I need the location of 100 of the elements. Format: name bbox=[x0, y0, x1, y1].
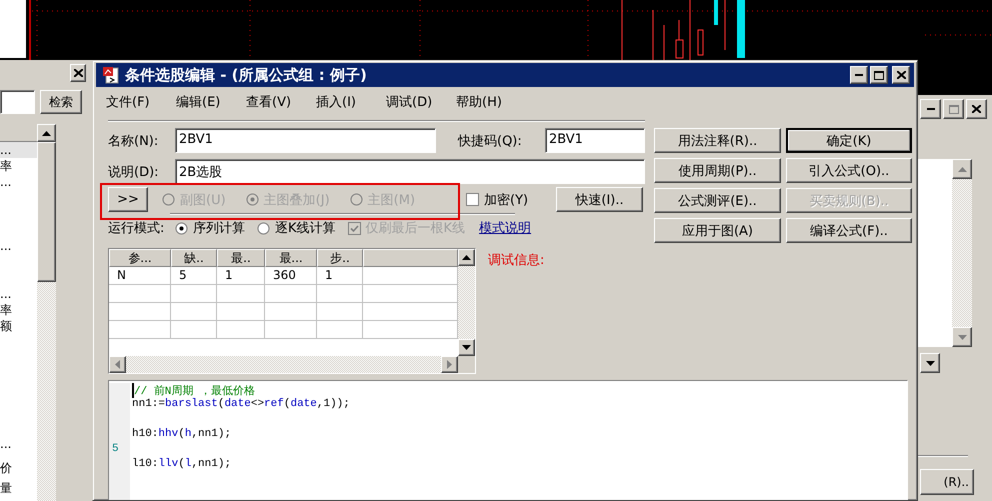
scrollbar[interactable] bbox=[109, 356, 458, 373]
checkbox[interactable] bbox=[466, 193, 479, 206]
radio-label: 逐K线计算 bbox=[275, 220, 336, 237]
maximize-button[interactable] bbox=[943, 99, 964, 119]
list-item[interactable]: 率 bbox=[0, 302, 37, 318]
table-cell bbox=[109, 285, 171, 303]
code-line: l10:llv(l,nn1); bbox=[132, 458, 232, 472]
candlestick bbox=[714, 0, 718, 25]
table-cell bbox=[217, 321, 265, 339]
candlestick bbox=[737, 0, 745, 58]
maximize-icon bbox=[948, 104, 958, 114]
radio-label: 序列计算 bbox=[193, 220, 245, 237]
list-item[interactable]: ... bbox=[0, 436, 37, 452]
menu-item[interactable]: 插入(I) bbox=[316, 93, 386, 111]
line-number: 5 bbox=[112, 443, 119, 455]
list-item[interactable]: ... bbox=[0, 174, 37, 190]
list-item[interactable]: 率 bbox=[0, 158, 37, 174]
code-line: h10:hhv(h,nn1); bbox=[132, 428, 232, 442]
quick-button[interactable]: 快速(I).. bbox=[556, 187, 643, 212]
table-cell bbox=[171, 303, 217, 321]
code-editor[interactable]: 5 // 前N周期 ，最低价格 nn1:=barslast(date<>ref(date,1)); h10:hhv(h,nn1); l10:llv(l,nn1); bbox=[108, 380, 908, 500]
minimize-button[interactable] bbox=[920, 99, 941, 119]
table-cell: 1 bbox=[217, 267, 265, 285]
table-cell bbox=[265, 285, 317, 303]
expand-button[interactable]: >> bbox=[108, 187, 148, 212]
maximize-icon bbox=[874, 70, 884, 80]
column-header[interactable]: 步.. bbox=[317, 249, 363, 267]
candlestick bbox=[698, 30, 704, 56]
scrollbar[interactable] bbox=[952, 159, 972, 347]
table-cell bbox=[317, 285, 363, 303]
minimize-button[interactable] bbox=[850, 66, 868, 84]
column-header[interactable]: 最... bbox=[265, 249, 317, 267]
column-header[interactable]: 参... bbox=[109, 249, 171, 267]
table-cell bbox=[109, 303, 171, 321]
search-button[interactable]: 检索 bbox=[40, 90, 82, 114]
column-header[interactable]: 缺.. bbox=[171, 249, 217, 267]
dialog-button[interactable]: 应用于图(A) bbox=[654, 218, 781, 243]
minimize-icon bbox=[926, 108, 934, 110]
list-item[interactable]: 价 bbox=[0, 460, 37, 476]
window-title: 条件选股编辑 - (所属公式组 : 例子) bbox=[125, 66, 368, 84]
down-arrow-icon bbox=[462, 345, 471, 350]
scrollbar[interactable] bbox=[458, 249, 475, 356]
table-cell bbox=[217, 303, 265, 321]
dialog-button[interactable]: 编译公式(F).. bbox=[786, 218, 912, 243]
help-link[interactable]: 模式说明 bbox=[479, 219, 532, 237]
field-label: 说明(D): bbox=[108, 164, 160, 180]
table-cell bbox=[171, 321, 217, 339]
table-cell: 1 bbox=[317, 267, 363, 285]
maximize-button[interactable] bbox=[870, 66, 888, 84]
column-header[interactable]: 最.. bbox=[217, 249, 265, 267]
code-line: // 前N周期 ，最低价格 bbox=[132, 383, 256, 398]
close-icon bbox=[896, 71, 906, 79]
candlestick bbox=[652, 10, 654, 60]
dialog-button[interactable]: 公式测评(E).. bbox=[654, 188, 781, 213]
table-cell bbox=[217, 285, 265, 303]
scrollbar[interactable] bbox=[37, 124, 56, 501]
radio-button[interactable] bbox=[175, 222, 188, 234]
table-cell: 5 bbox=[171, 267, 217, 285]
radio-button[interactable] bbox=[257, 222, 270, 234]
dialog-button[interactable]: 用法注释(R).. bbox=[654, 128, 781, 153]
close-icon bbox=[74, 69, 82, 77]
name-field[interactable]: 2BV1 bbox=[175, 128, 436, 153]
menu-item[interactable]: 查看(V) bbox=[246, 93, 316, 111]
close-button[interactable] bbox=[892, 66, 910, 84]
menu-item[interactable]: 帮助(H) bbox=[456, 93, 526, 111]
search-field[interactable] bbox=[0, 90, 35, 114]
dropdown-button[interactable] bbox=[920, 353, 940, 373]
close-button[interactable] bbox=[70, 64, 86, 82]
close-button[interactable] bbox=[966, 99, 987, 119]
description-field[interactable]: 2B选股 bbox=[175, 159, 645, 184]
up-arrow-icon bbox=[42, 130, 51, 136]
shortcut-field[interactable]: 2BV1 bbox=[545, 128, 645, 153]
table-cell bbox=[109, 321, 171, 339]
field-label: 运行模式: bbox=[108, 220, 166, 237]
dialog-button[interactable]: (R).. bbox=[920, 469, 974, 495]
menu-item[interactable]: 调试(D) bbox=[386, 93, 456, 111]
scrollbar-corner bbox=[458, 356, 475, 373]
dialog-button[interactable]: 确定(K) bbox=[786, 128, 912, 153]
list-item[interactable]: ... bbox=[0, 286, 37, 302]
window-background bbox=[0, 0, 26, 58]
menu-item[interactable]: 文件(F) bbox=[106, 93, 176, 111]
minimize-icon bbox=[855, 74, 863, 76]
field-label: 快捷码(Q): bbox=[458, 132, 523, 150]
left-arrow-icon bbox=[115, 360, 120, 369]
candlestick bbox=[676, 20, 684, 58]
list-item[interactable]: ... bbox=[0, 142, 37, 158]
dialog-button[interactable]: 引入公式(O).. bbox=[786, 158, 912, 183]
list-item[interactable]: ... bbox=[0, 238, 37, 254]
candlestick bbox=[724, 0, 726, 50]
down-arrow-icon bbox=[958, 334, 966, 340]
down-arrow-icon bbox=[926, 360, 934, 366]
app-icon bbox=[102, 66, 120, 84]
table-cell bbox=[171, 285, 217, 303]
field-label: 名称(N): bbox=[108, 132, 160, 150]
table-cell bbox=[317, 303, 363, 321]
list-item[interactable]: 量 bbox=[0, 480, 37, 496]
table-cell bbox=[265, 303, 317, 321]
menu-item[interactable]: 编辑(E) bbox=[176, 93, 246, 111]
dialog-button[interactable]: 使用周期(P).. bbox=[654, 158, 781, 183]
list-item[interactable]: 额 bbox=[0, 318, 37, 334]
